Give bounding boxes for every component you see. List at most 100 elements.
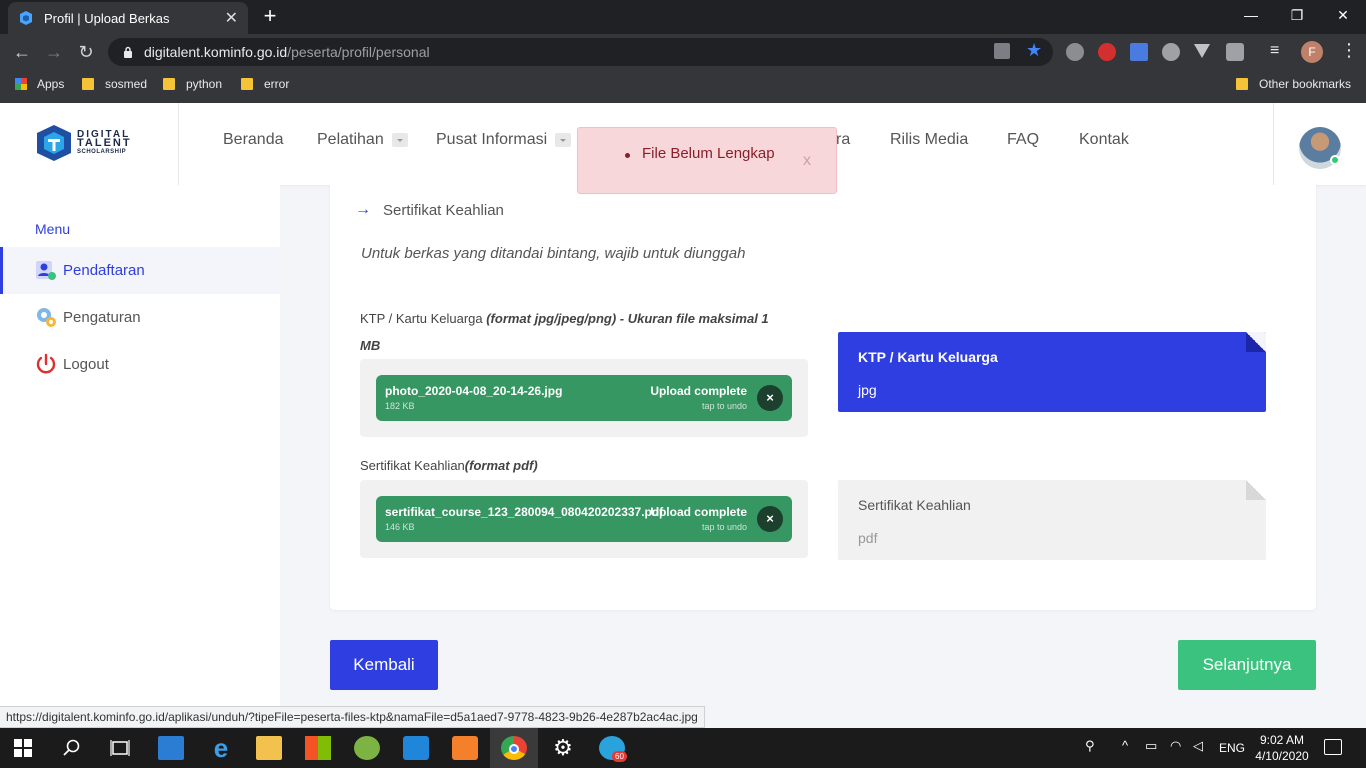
windows-start-icon[interactable] xyxy=(14,739,32,757)
page-fold xyxy=(1246,332,1266,352)
bookmark-star-icon[interactable]: ★ xyxy=(1026,40,1042,61)
nav-kontak[interactable]: Kontak xyxy=(1079,131,1129,149)
wifi-icon[interactable]: ◠ xyxy=(1170,738,1181,754)
vscode-icon[interactable] xyxy=(403,736,429,760)
nav-faq[interactable]: FAQ xyxy=(1007,131,1039,149)
next-button[interactable]: Selanjutnya xyxy=(1178,640,1316,690)
bookmark-label: Other bookmarks xyxy=(1259,77,1352,91)
menu-kebab-icon[interactable]: ⋮ xyxy=(1340,40,1358,61)
system-clock[interactable]: 9:02 AM 4/10/2020 xyxy=(1254,732,1310,764)
battery-icon[interactable]: ▭ xyxy=(1145,738,1157,754)
nav-rilis-media[interactable]: Rilis Media xyxy=(890,131,968,149)
browser-tab[interactable]: Profil | Upload Berkas ✕ xyxy=(8,2,248,34)
extension-icon[interactable] xyxy=(1066,43,1084,61)
extension-icon[interactable] xyxy=(1162,43,1180,61)
field-label-text: KTP / Kartu Keluarga xyxy=(360,311,487,326)
nav-label: Kontak xyxy=(1079,131,1129,148)
clock-time: 9:02 AM xyxy=(1259,733,1305,747)
field-label-text: Sertifikat Keahlian xyxy=(360,458,465,473)
url-path: /peserta/profil/personal xyxy=(287,44,430,60)
mail-app-icon[interactable] xyxy=(158,736,184,760)
bookmark-python[interactable]: python xyxy=(163,77,222,91)
dts-favicon-icon xyxy=(20,11,32,25)
settings-gear-icon[interactable]: ⚙ xyxy=(550,736,576,760)
undo-hint: tap to undo xyxy=(701,522,747,532)
dts-logo[interactable]: DIGITAL TALENT SCHOLARSHIP xyxy=(34,123,132,163)
required-note: Untuk berkas yang ditandai bintang, waji… xyxy=(361,245,746,262)
field-label-sertifikat: Sertifikat Keahlian(format pdf) xyxy=(360,452,808,479)
vuejs-devtools-icon[interactable] xyxy=(1194,44,1210,58)
bookmark-label: error xyxy=(264,77,290,91)
back-button[interactable]: Kembali xyxy=(330,640,438,690)
camera-icon[interactable] xyxy=(1226,43,1244,61)
header-divider xyxy=(1273,103,1274,185)
logo-line: TALENT xyxy=(77,136,132,149)
upload-status: Upload complete xyxy=(650,505,747,519)
file-name: sertifikat_course_123_280094_08042020233… xyxy=(385,505,664,519)
notification-icon[interactable] xyxy=(1324,739,1342,755)
url-host: digitalent.kominfo.go.id xyxy=(144,44,288,60)
search-icon[interactable] xyxy=(63,739,81,757)
bookmark-error[interactable]: error xyxy=(241,77,289,91)
translate-icon[interactable] xyxy=(994,43,1010,59)
nav-pusat-informasi[interactable]: Pusat Informasi xyxy=(436,131,572,149)
bookmark-sosmed[interactable]: sosmed xyxy=(82,77,147,91)
profile-avatar[interactable]: F xyxy=(1301,41,1323,63)
people-icon[interactable]: ⚲ xyxy=(1085,738,1095,754)
sidebar-item-logout[interactable]: Logout xyxy=(35,353,109,375)
forward-arrow-icon[interactable]: → xyxy=(42,40,66,64)
bookmark-apps[interactable]: Apps xyxy=(15,77,64,91)
chevron-up-icon[interactable]: ^ xyxy=(1122,738,1128,753)
minimize-button[interactable]: — xyxy=(1228,4,1274,26)
section-title-text: Sertifikat Keahlian xyxy=(383,201,504,219)
telegram-badge: 60 xyxy=(612,751,627,762)
android-studio-icon[interactable] xyxy=(354,736,380,760)
ktp-document-card[interactable]: KTP / Kartu Keluarga jpg xyxy=(838,332,1266,412)
gear-icon xyxy=(37,308,56,327)
media-controls-icon[interactable]: ≡ xyxy=(1270,42,1279,60)
nav-mitra[interactable]: ra xyxy=(836,131,850,149)
chrome-icon-center xyxy=(509,744,519,754)
reload-icon[interactable]: ↻ xyxy=(74,40,98,64)
arrow-right-icon: → xyxy=(355,201,371,218)
language-indicator[interactable]: ENG xyxy=(1219,741,1245,755)
close-window-button[interactable]: ✕ xyxy=(1320,4,1366,26)
uploaded-file-item[interactable]: photo_2020-04-08_20-14-26.jpg 182 KB Upl… xyxy=(376,375,792,421)
back-arrow-icon[interactable]: ← xyxy=(10,40,34,64)
sertifikat-document-card[interactable]: Sertifikat Keahlian pdf xyxy=(838,480,1266,560)
volume-icon[interactable]: ◁ xyxy=(1193,738,1203,754)
logo-line: SCHOLARSHIP xyxy=(77,148,127,155)
tab-close-icon[interactable]: ✕ xyxy=(225,8,238,28)
doc-title: Sertifikat Keahlian xyxy=(858,497,971,513)
adblock-icon[interactable] xyxy=(1098,43,1116,61)
xampp-icon[interactable] xyxy=(452,736,478,760)
sidebar-item-pengaturan[interactable]: Pengaturan xyxy=(35,306,141,328)
store-icon[interactable] xyxy=(305,736,331,760)
field-format-hint: MB xyxy=(360,338,381,353)
file-explorer-icon[interactable] xyxy=(256,736,282,760)
translate-extension-icon[interactable] xyxy=(1130,43,1148,61)
user-check-icon xyxy=(36,261,56,280)
undo-hint: tap to undo xyxy=(701,401,747,411)
task-view-icon[interactable] xyxy=(110,739,130,757)
sidebar-item-pendaftaran[interactable]: Pendaftaran xyxy=(35,259,145,281)
nav-pelatihan[interactable]: Pelatihan xyxy=(317,131,408,149)
alert-message: File Belum Lengkap xyxy=(642,145,775,162)
nav-beranda[interactable]: Beranda xyxy=(223,131,284,149)
address-bar[interactable]: digitalent.kominfo.go.id/peserta/profil/… xyxy=(108,38,1053,66)
remove-file-button[interactable]: × xyxy=(757,506,783,532)
link-status-url: https://digitalent.kominfo.go.id/aplikas… xyxy=(0,706,705,728)
file-size: 182 KB xyxy=(385,401,415,411)
nav-label: Pusat Informasi xyxy=(436,131,548,148)
other-bookmarks[interactable]: Other bookmarks xyxy=(1236,77,1351,91)
remove-file-button[interactable]: × xyxy=(757,385,783,411)
edge-browser-icon[interactable]: e xyxy=(208,735,234,761)
uploaded-file-item[interactable]: sertifikat_course_123_280094_08042020233… xyxy=(376,496,792,542)
alert-close-button[interactable]: x xyxy=(803,152,811,170)
online-status-dot xyxy=(1330,155,1340,165)
logo-text: DIGITAL TALENT SCHOLARSHIP xyxy=(77,129,132,157)
maximize-button[interactable]: ❐ xyxy=(1274,4,1320,26)
new-tab-button[interactable]: + xyxy=(258,4,282,28)
bookmark-label: Apps xyxy=(37,77,65,91)
doc-type: pdf xyxy=(858,530,878,546)
